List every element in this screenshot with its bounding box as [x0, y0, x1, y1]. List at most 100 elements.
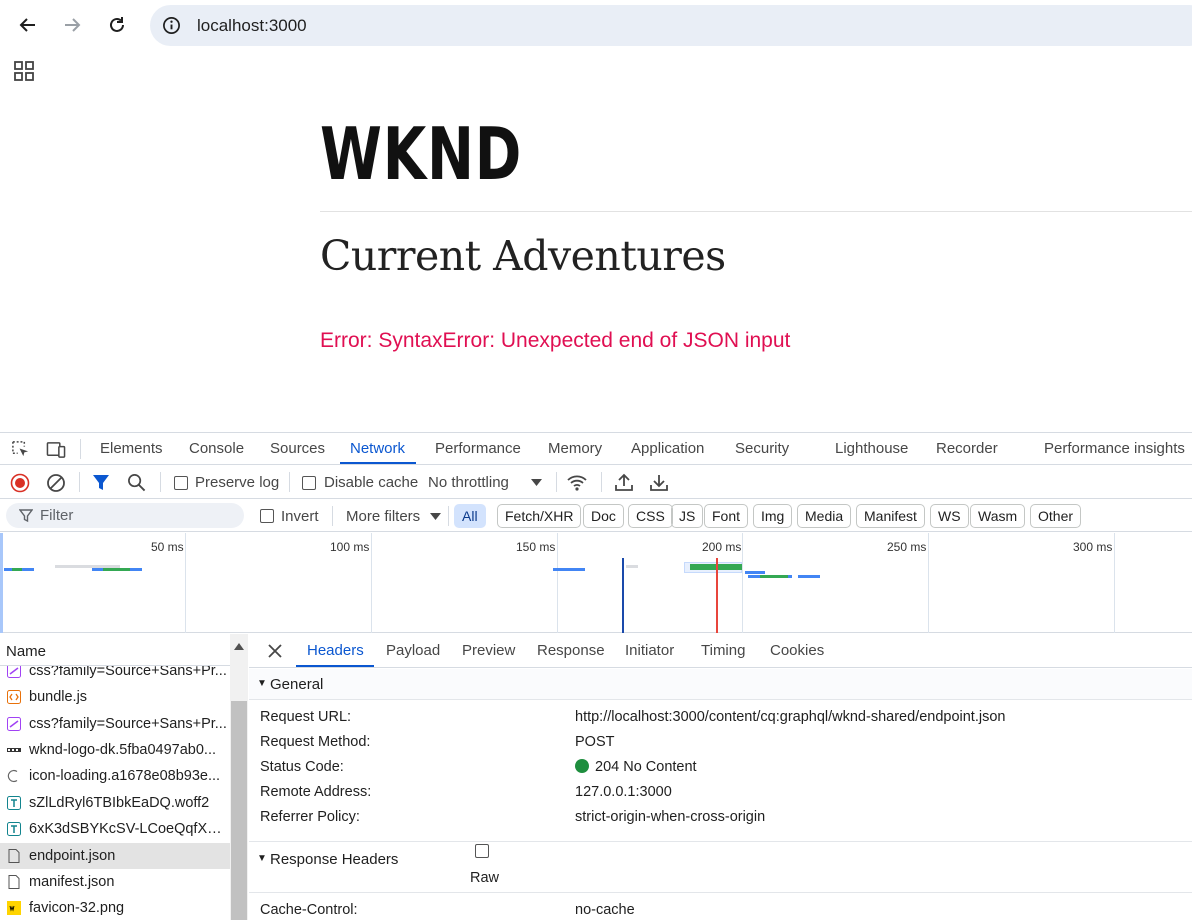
filter-chip-js[interactable]: JS: [671, 504, 704, 528]
browser-toolbar: localhost:3000: [0, 0, 1192, 52]
preserve-log-label[interactable]: Preserve log: [195, 474, 279, 491]
filter-chip-all[interactable]: All: [454, 504, 486, 528]
remote-address-value: 127.0.0.1:3000: [575, 784, 672, 800]
header-key: Referrer Policy:: [260, 809, 360, 825]
raw-checkbox[interactable]: [475, 844, 489, 858]
preserve-log-checkbox[interactable]: [174, 476, 188, 490]
tick-label: 300 ms: [1073, 540, 1113, 554]
filter-bar: Filter Invert More filters All Fetch/XHR…: [0, 500, 1192, 532]
list-item[interactable]: css?family=Source+Sans+Pr...: [0, 666, 230, 684]
tab-cookies[interactable]: Cookies: [770, 642, 824, 659]
triangle-down-icon: ▼: [257, 853, 267, 864]
tab-memory[interactable]: Memory: [548, 440, 602, 457]
network-conditions-icon[interactable]: [566, 473, 588, 492]
throttling-select[interactable]: No throttling: [428, 474, 509, 491]
upload-icon[interactable]: [615, 473, 633, 492]
clear-icon[interactable]: [46, 473, 66, 493]
tab-performance[interactable]: Performance: [435, 440, 521, 457]
list-item[interactable]: manifest.json: [0, 869, 230, 895]
tab-security[interactable]: Security: [735, 440, 789, 457]
disable-cache-label[interactable]: Disable cache: [324, 474, 418, 491]
list-item[interactable]: 6xK3dSBYKcSV-LCoeQqfX1...: [0, 816, 230, 842]
invert-checkbox[interactable]: [260, 509, 274, 523]
tab-network[interactable]: Network: [350, 440, 405, 457]
filter-chip-media[interactable]: Media: [797, 504, 852, 528]
raw-label[interactable]: Raw: [470, 870, 499, 886]
scrollbar-thumb[interactable]: [231, 701, 247, 920]
header-key: Request URL:: [260, 709, 352, 725]
list-item[interactable]: css?family=Source+Sans+Pr...: [0, 711, 230, 737]
tab-preview[interactable]: Preview: [462, 642, 515, 659]
filter-chip-doc[interactable]: Doc: [583, 504, 624, 528]
status-code-text: 204 No Content: [595, 759, 697, 775]
tab-headers[interactable]: Headers: [307, 642, 364, 659]
device-toolbar-icon[interactable]: [46, 440, 66, 459]
filter-chip-manifest[interactable]: Manifest: [856, 504, 925, 528]
name-column-header[interactable]: Name: [0, 634, 230, 666]
tab-lighthouse[interactable]: Lighthouse: [835, 440, 908, 457]
filter-chip-other[interactable]: Other: [1030, 504, 1082, 528]
tick-label: 200 ms: [702, 540, 742, 554]
separator: [556, 472, 557, 492]
filter-chip-wasm[interactable]: Wasm: [970, 504, 1026, 528]
filter-chip-css[interactable]: CSS: [628, 504, 673, 528]
status-code-value: 204 No Content: [575, 759, 697, 775]
request-name: endpoint.json: [29, 848, 116, 864]
filter-chip-ws[interactable]: WS: [930, 504, 969, 528]
list-item[interactable]: favicon-32.png: [0, 895, 230, 920]
download-icon[interactable]: [650, 473, 668, 492]
list-item[interactable]: wknd-logo-dk.5fba0497ab0...: [0, 737, 230, 763]
invert-label[interactable]: Invert: [281, 508, 319, 525]
request-method-value: POST: [575, 734, 615, 750]
tab-console[interactable]: Console: [189, 440, 244, 457]
list-item[interactable]: bundle.js: [0, 684, 230, 710]
address-bar[interactable]: localhost:3000: [150, 5, 1192, 46]
tab-initiator[interactable]: Initiator: [625, 642, 674, 659]
error-message: Error: SyntaxError: Unexpected end of JS…: [320, 329, 791, 352]
list-item[interactable]: sZlLdRyl6TBIbkEaDQ.woff2: [0, 790, 230, 816]
inspect-element-icon[interactable]: [11, 440, 30, 459]
general-section-header[interactable]: ▼ General: [249, 669, 1192, 700]
chevron-down-icon[interactable]: [430, 513, 441, 521]
network-overview-timeline[interactable]: 50 ms 100 ms 150 ms 200 ms 250 ms 300 ms: [0, 533, 1192, 633]
back-button[interactable]: [13, 10, 43, 40]
filter-chip-fetch-xhr[interactable]: Fetch/XHR: [497, 504, 582, 528]
apps-grid-icon[interactable]: [14, 61, 35, 82]
filter-chip-font[interactable]: Font: [704, 504, 749, 528]
grid-line: [928, 533, 929, 633]
active-tab-indicator: [296, 665, 374, 667]
separator: [79, 472, 80, 492]
response-headers-section-header[interactable]: ▼ Response Headers Raw: [249, 841, 1192, 893]
list-item-selected[interactable]: endpoint.json: [0, 843, 230, 869]
disable-cache-checkbox[interactable]: [302, 476, 316, 490]
site-logo[interactable]: WKND: [320, 118, 522, 190]
filter-input[interactable]: Filter: [6, 503, 244, 528]
tab-performance-insights[interactable]: Performance insights: [1044, 440, 1185, 457]
tab-sources[interactable]: Sources: [270, 440, 325, 457]
url-text[interactable]: localhost:3000: [197, 16, 307, 36]
tab-payload[interactable]: Payload: [386, 642, 440, 659]
tab-response[interactable]: Response: [537, 642, 605, 659]
forward-button[interactable]: [57, 10, 87, 40]
header-divider: [320, 211, 1192, 212]
scroll-up-arrow-icon[interactable]: [234, 643, 244, 650]
selection-handle[interactable]: [0, 533, 3, 633]
stop-recording-icon[interactable]: [10, 473, 30, 493]
tab-application[interactable]: Application: [631, 440, 704, 457]
more-filters-dropdown[interactable]: More filters: [346, 508, 420, 525]
tab-elements[interactable]: Elements: [100, 440, 163, 457]
chevron-down-icon[interactable]: [531, 479, 542, 487]
filter-funnel-icon[interactable]: [92, 473, 110, 492]
tab-recorder[interactable]: Recorder: [936, 440, 998, 457]
header-key: Remote Address:: [260, 784, 372, 800]
filter-chip-img[interactable]: Img: [753, 504, 793, 528]
search-icon[interactable]: [127, 473, 146, 492]
header-value: no-cache: [575, 902, 635, 918]
site-info-icon[interactable]: [162, 16, 181, 35]
reload-button[interactable]: [102, 10, 132, 40]
tab-timing[interactable]: Timing: [701, 642, 745, 659]
css-icon: [7, 666, 21, 678]
close-icon[interactable]: [268, 644, 282, 658]
filter-placeholder: Filter: [40, 507, 74, 524]
list-item[interactable]: icon-loading.a1678e08b93e...: [0, 763, 230, 789]
